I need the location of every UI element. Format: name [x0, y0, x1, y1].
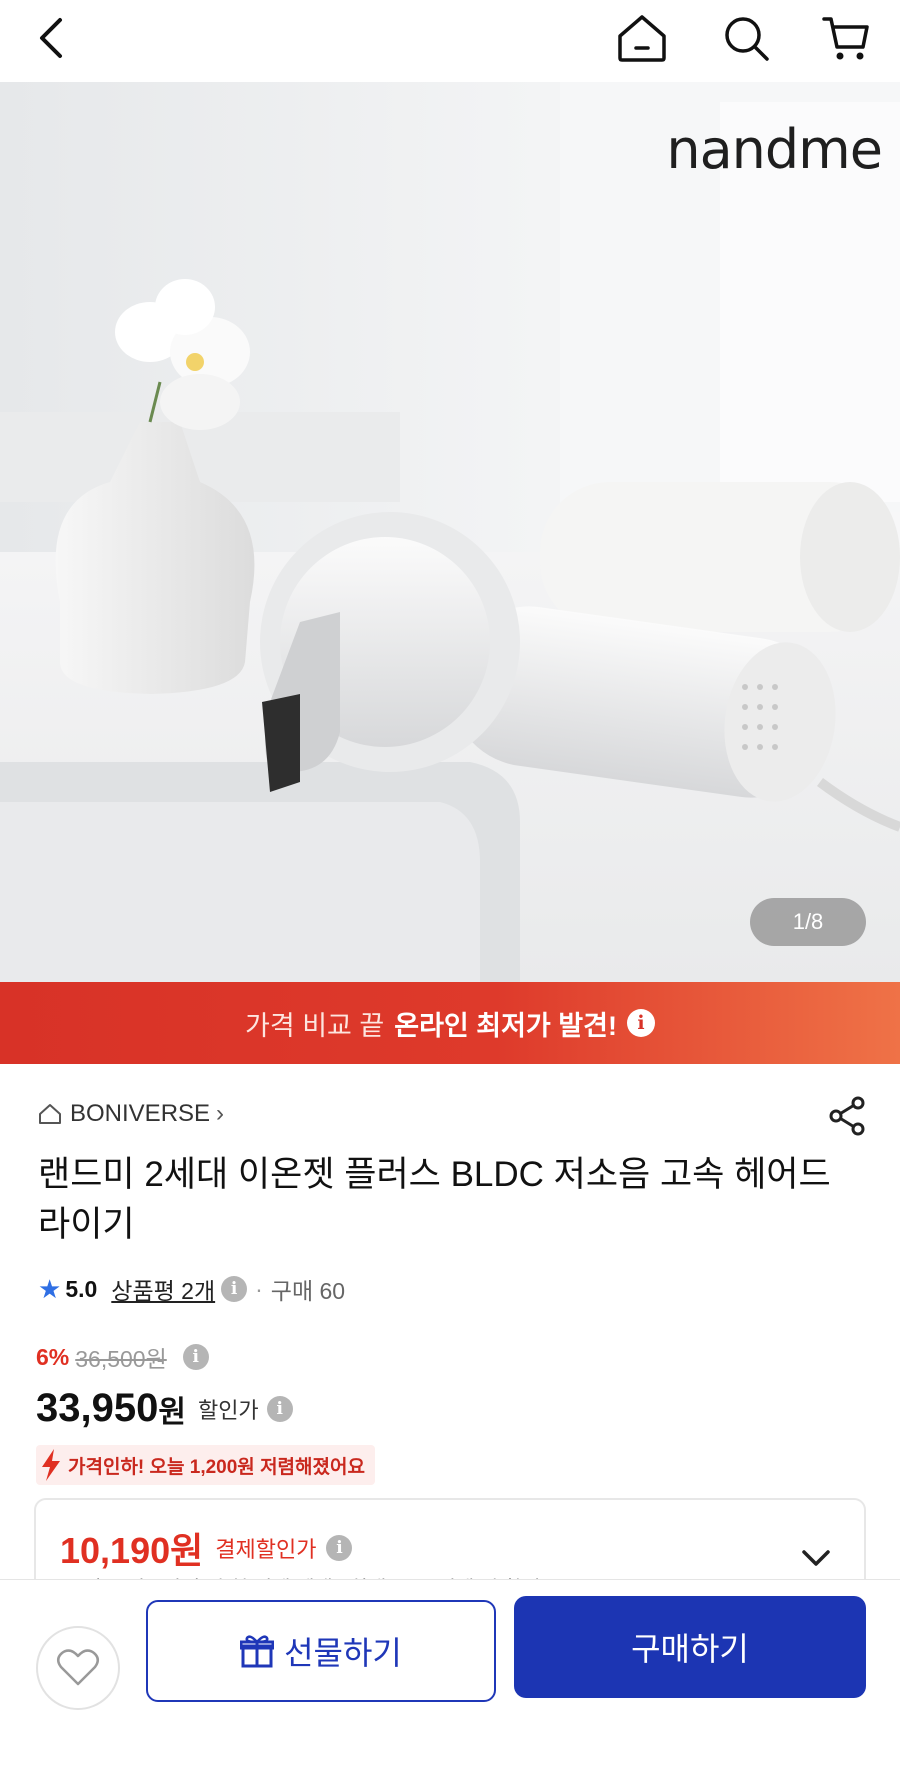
share-button[interactable]	[826, 1094, 870, 1138]
product-title: 랜드미 2세대 이온젯 플러스 BLDC 저소음 고속 헤어드라이기	[38, 1155, 831, 1244]
product-photo	[0, 82, 900, 982]
chevron-down-icon[interactable]	[798, 1540, 834, 1576]
star-icon: ★	[38, 1273, 62, 1304]
seller-name: BONIVERSE	[70, 1100, 211, 1127]
info-icon[interactable]: i	[182, 1344, 209, 1370]
search-icon	[725, 17, 769, 61]
buy-button-label: 구매하기	[631, 1631, 749, 1667]
original-price: 36,500원	[75, 1346, 167, 1372]
purchase-count: 구매 60	[270, 1278, 346, 1304]
rating-row: ★ 5.0 상품평 2개 i · 구매 60	[38, 1272, 345, 1306]
discount-rate: 6%	[36, 1343, 70, 1370]
gift-button[interactable]: 선물하기	[146, 1600, 496, 1702]
sale-price-label: 할인가	[197, 1397, 259, 1423]
home-button[interactable]	[612, 8, 672, 68]
home-icon	[618, 15, 666, 62]
cart-icon	[822, 17, 869, 60]
bottom-action-bar: 선물하기 구매하기	[0, 1579, 900, 1779]
payment-discount-price: 10,190원	[60, 1530, 204, 1571]
price-unit: 원	[158, 1395, 186, 1429]
price-section: 6% 36,500원 i 33,950 원 할인가 i 가격인하! 오늘 1,2…	[36, 1340, 375, 1486]
rating-score: 5.0	[65, 1275, 98, 1302]
product-image-carousel[interactable]: nandme 1/8	[0, 82, 900, 982]
gift-button-label: 선물하기	[284, 1635, 402, 1671]
top-nav-bar	[0, 0, 900, 82]
info-icon[interactable]: i	[626, 1009, 655, 1037]
heart-icon	[57, 1649, 99, 1686]
info-icon[interactable]: i	[326, 1535, 353, 1561]
price-drop-badge: 가격인하! 오늘 1,200원 저렴해졌어요	[36, 1445, 375, 1485]
gift-icon	[240, 1635, 275, 1668]
chevron-left-icon	[40, 18, 62, 58]
payment-discount-label: 결제할인가	[215, 1537, 317, 1562]
back-button[interactable]	[22, 8, 82, 68]
promo-strong-text: 온라인 최저가 발견!	[394, 1010, 617, 1041]
cart-button[interactable]	[816, 8, 876, 68]
separator-dot: ·	[255, 1275, 263, 1302]
search-button[interactable]	[716, 8, 776, 68]
bolt-icon	[42, 1449, 60, 1481]
info-icon[interactable]: i	[221, 1276, 248, 1302]
info-icon[interactable]: i	[266, 1395, 293, 1422]
wishlist-button[interactable]	[36, 1626, 120, 1710]
sale-price: 33,950	[36, 1386, 159, 1430]
chevron-right-icon: ›	[216, 1100, 225, 1127]
reviews-link[interactable]: 상품평 2개	[111, 1272, 215, 1306]
share-icon	[829, 1096, 865, 1136]
lowest-price-banner[interactable]: 가격 비교 끝 온라인 최저가 발견! i	[0, 982, 900, 1064]
image-counter: 1/8	[750, 898, 866, 946]
buy-button[interactable]: 구매하기	[514, 1596, 866, 1698]
brand-logo: nandme	[666, 118, 883, 181]
seller-link[interactable]: BONIVERSE ›	[38, 1100, 224, 1128]
price-drop-text: 가격인하! 오늘 1,200원 저렴해졌어요	[68, 1456, 365, 1478]
promo-light-text: 가격 비교 끝	[245, 1010, 385, 1041]
store-home-icon	[39, 1104, 61, 1124]
